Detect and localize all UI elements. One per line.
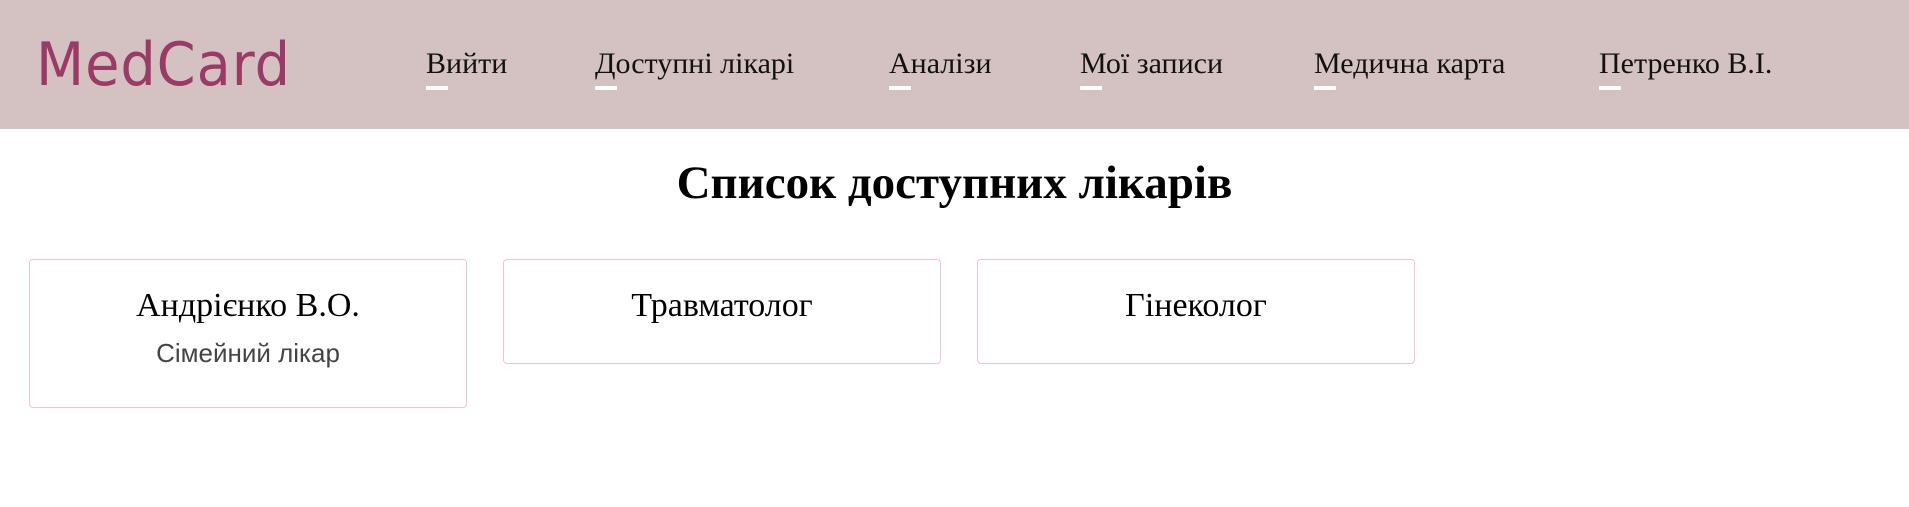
nav-underline xyxy=(595,86,617,90)
doctor-card[interactable]: Андрієнко В.О. Сімейний лікар xyxy=(29,259,467,408)
nav-underline xyxy=(1599,86,1621,90)
nav-available-doctors-link[interactable]: Доступні лікарі xyxy=(595,46,795,90)
doctor-card-name: Гінеколог xyxy=(1125,287,1267,324)
doctor-card[interactable]: Гінеколог xyxy=(977,259,1415,364)
top-navbar: MedCard Вийти Доступні лікарі Аналізи Мо… xyxy=(0,0,1909,129)
doctor-card[interactable]: Травматолог xyxy=(503,259,941,364)
doctor-card-name: Травматолог xyxy=(631,287,813,324)
nav-underline xyxy=(889,86,911,90)
nav-user-profile-link[interactable]: Петренко В.І. xyxy=(1599,46,1773,90)
nav-medical-card-link[interactable]: Медична карта xyxy=(1314,46,1506,90)
page-title: Список доступних лікарів xyxy=(676,157,1233,209)
nav-logout-label: Вийти xyxy=(426,47,508,80)
nav-underline xyxy=(426,86,448,90)
nav-underline xyxy=(1314,86,1336,90)
doctor-card-specialty: Сімейний лікар xyxy=(156,338,340,368)
nav-analyses-label: Аналізи xyxy=(889,47,992,80)
nav-logout-link[interactable]: Вийти xyxy=(426,46,508,90)
nav-my-appointments-label: Мої записи xyxy=(1080,47,1224,80)
nav-available-doctors-label: Доступні лікарі xyxy=(595,47,795,80)
nav-medical-card-label: Медична карта xyxy=(1314,47,1506,80)
nav-underline xyxy=(1080,86,1102,90)
nav-user-profile-label: Петренко В.І. xyxy=(1599,47,1773,80)
doctor-card-name: Андрієнко В.О. xyxy=(136,287,360,324)
nav-analyses-link[interactable]: Аналізи xyxy=(889,46,992,90)
nav-my-appointments-link[interactable]: Мої записи xyxy=(1080,46,1224,90)
medcard-logo[interactable]: MedCard xyxy=(36,30,291,100)
